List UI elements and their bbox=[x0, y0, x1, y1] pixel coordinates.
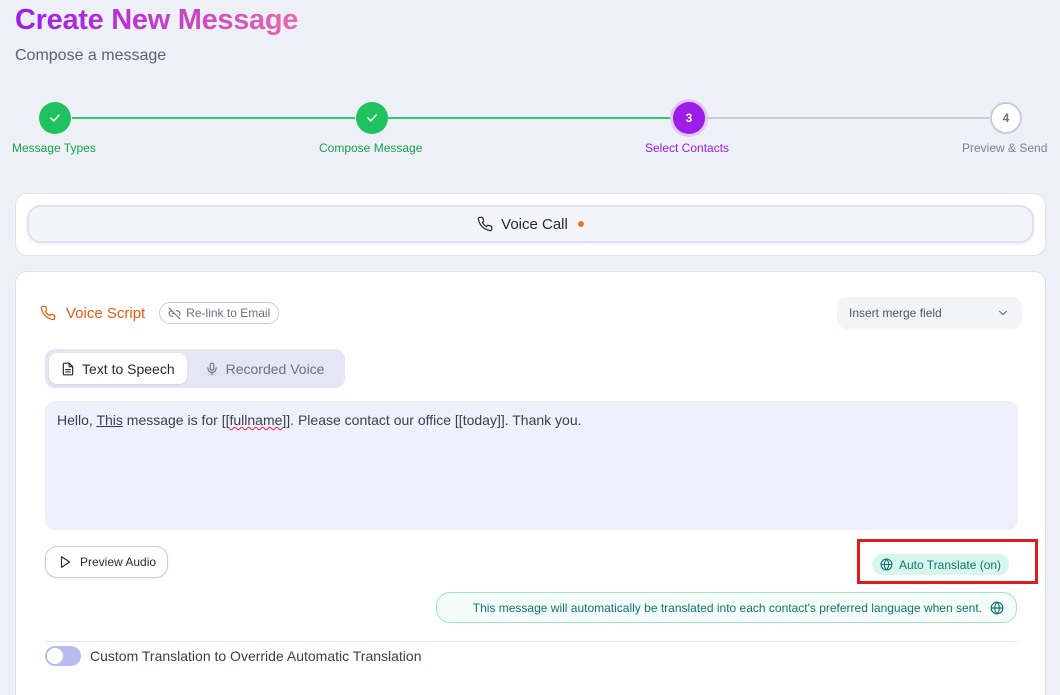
script-mode-toggle: Text to Speech Recorded Voice bbox=[45, 349, 345, 388]
voice-call-label: Voice Call bbox=[501, 215, 568, 233]
check-icon bbox=[50, 114, 60, 122]
create-message-page: Create New Message Compose a message Mes… bbox=[0, 0, 1060, 695]
merge-field-placeholder: Insert merge field bbox=[849, 306, 942, 320]
merge-field-select[interactable]: Insert merge field bbox=[837, 297, 1022, 329]
section-divider bbox=[45, 641, 1018, 642]
text-to-speech-label: Text to Speech bbox=[82, 360, 175, 377]
step-2-label: Compose Message bbox=[319, 141, 423, 155]
step-4-circle[interactable]: 4 bbox=[990, 102, 1022, 134]
step-connector-1 bbox=[72, 117, 355, 119]
preview-audio-label: Preview Audio bbox=[80, 555, 157, 569]
recorded-voice-label: Recorded Voice bbox=[225, 360, 325, 377]
globe-icon bbox=[990, 601, 1004, 614]
progress-stepper: Message Types Compose Message 3 Select C… bbox=[0, 100, 1060, 160]
switch-knob bbox=[47, 648, 63, 664]
script-textarea[interactable]: Hello, This message is for [[fullname]].… bbox=[45, 401, 1018, 530]
step-3-circle[interactable]: 3 bbox=[673, 102, 705, 134]
chevron-down-icon bbox=[998, 310, 1008, 316]
step-connector-3 bbox=[705, 117, 989, 119]
recorded-voice-tab[interactable]: Recorded Voice bbox=[193, 353, 337, 384]
channel-card: Voice Call bbox=[15, 193, 1046, 256]
unlink-icon bbox=[168, 307, 181, 319]
script-text-part: ]]. Please contact our office [[today]].… bbox=[282, 412, 582, 428]
check-icon bbox=[367, 114, 377, 122]
translate-note-text: This message will automatically be trans… bbox=[472, 600, 982, 615]
script-text-part: message is for [[ bbox=[122, 412, 230, 428]
text-to-speech-tab[interactable]: Text to Speech bbox=[49, 353, 187, 384]
step-1-label: Message Types bbox=[12, 141, 96, 155]
step-2-circle[interactable] bbox=[356, 102, 388, 134]
custom-translation-row: Custom Translation to Override Automatic… bbox=[45, 646, 421, 666]
custom-translation-label: Custom Translation to Override Automatic… bbox=[90, 648, 422, 664]
translate-info-banner: This message will automatically be trans… bbox=[436, 592, 1017, 623]
status-dot bbox=[577, 221, 584, 227]
page-title: Create New Message bbox=[15, 4, 299, 36]
script-text-part: Hello, bbox=[57, 412, 97, 428]
auto-translate-label: Auto Translate (on) bbox=[899, 557, 1002, 572]
page-subtitle: Compose a message bbox=[15, 47, 167, 64]
script-header: Voice Script Re-link to Email bbox=[40, 302, 280, 324]
highlight-annotation: Auto Translate (on) bbox=[857, 539, 1038, 584]
relink-label: Re-link to Email bbox=[186, 306, 271, 320]
relink-email-button[interactable]: Re-link to Email bbox=[159, 302, 280, 324]
microphone-icon bbox=[206, 362, 217, 375]
step-3-label: Select Contacts bbox=[645, 141, 730, 155]
script-text-part: This bbox=[96, 412, 123, 428]
document-icon bbox=[62, 362, 74, 375]
voice-script-title: Voice Script bbox=[66, 304, 146, 322]
play-icon bbox=[60, 556, 71, 568]
step-4-label: Preview & Send bbox=[962, 141, 1048, 155]
globe-icon bbox=[880, 558, 893, 571]
voice-call-tab[interactable]: Voice Call bbox=[27, 205, 1034, 243]
phone-icon bbox=[40, 305, 56, 321]
step-1-circle[interactable] bbox=[39, 102, 71, 134]
custom-translation-switch[interactable] bbox=[45, 646, 81, 666]
voice-script-card: Voice Script Re-link to Email Insert mer… bbox=[15, 271, 1046, 695]
step-connector-2 bbox=[388, 117, 672, 119]
phone-icon bbox=[477, 216, 493, 232]
auto-translate-toggle[interactable]: Auto Translate (on) bbox=[872, 554, 1010, 575]
script-text-misspelled: fullname bbox=[229, 412, 283, 428]
preview-audio-button[interactable]: Preview Audio bbox=[45, 546, 168, 578]
